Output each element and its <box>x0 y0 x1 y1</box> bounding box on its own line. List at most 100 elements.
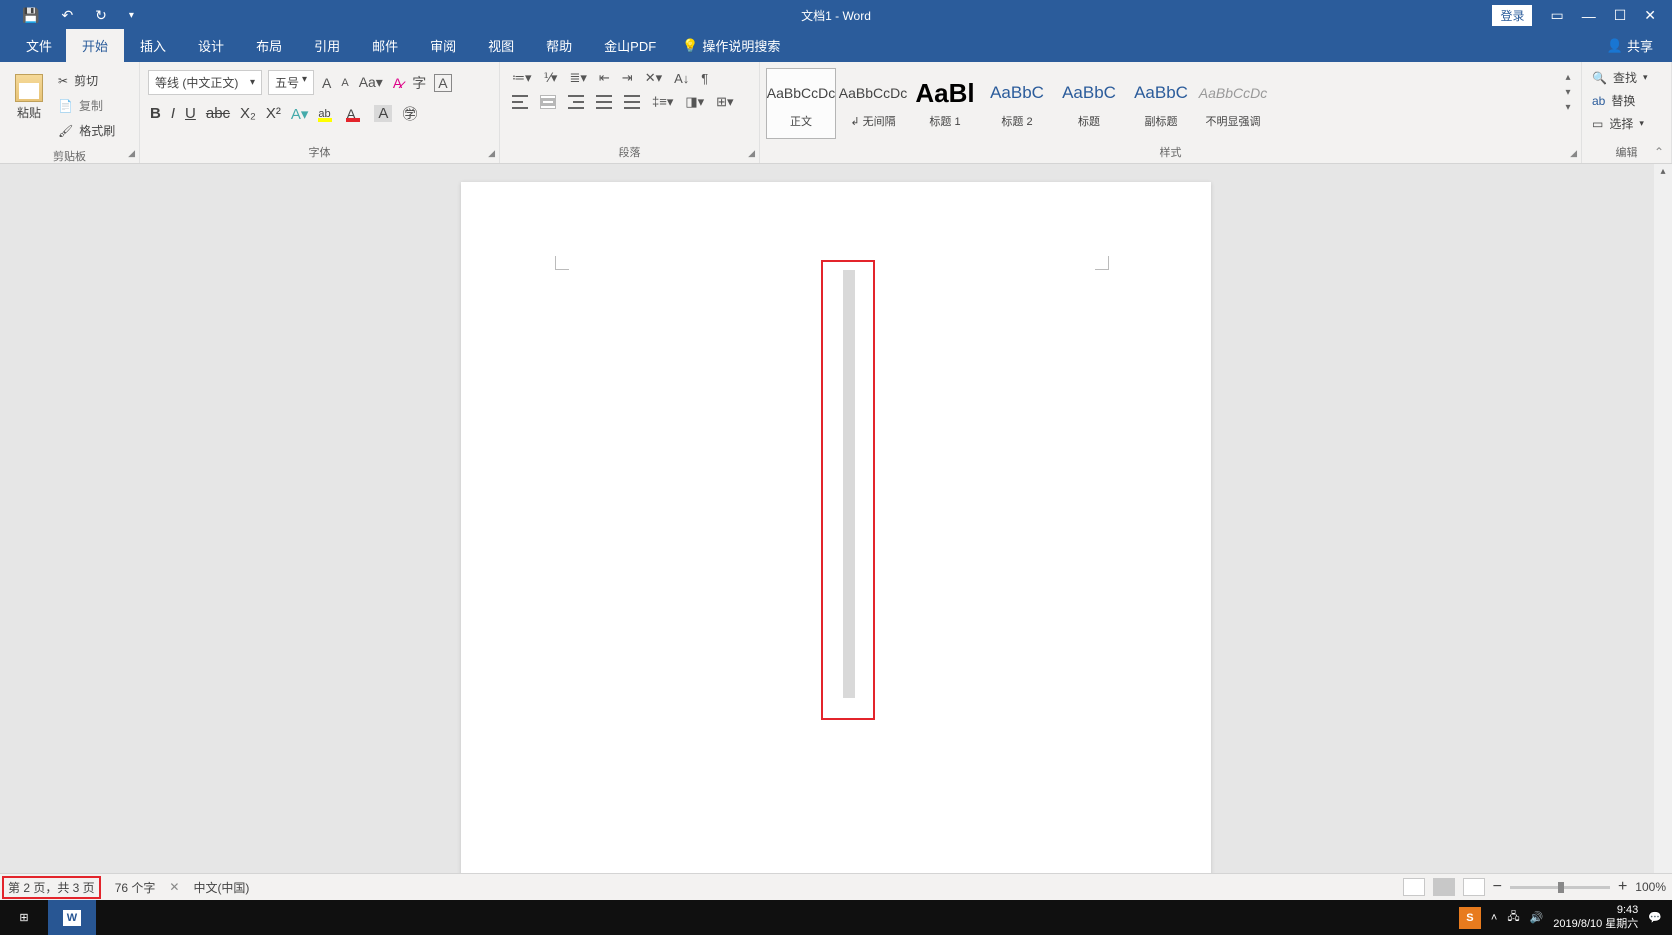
tray-chevron-icon[interactable]: ˄ <box>1491 912 1497 924</box>
indent-icon[interactable]: ⇥ <box>622 70 633 86</box>
ribbon-options-icon[interactable]: ▭ <box>1550 7 1563 24</box>
notifications-icon[interactable]: 💬 <box>1648 911 1662 924</box>
style-subtitle[interactable]: AaBbC 副标题 <box>1126 68 1196 139</box>
word-count-status[interactable]: 76 个字 <box>115 879 156 896</box>
network-icon[interactable]: 🖧 <box>1507 908 1519 927</box>
minimize-icon[interactable]: — <box>1582 8 1596 24</box>
change-case-icon[interactable]: Aa▾ <box>357 72 385 93</box>
tab-file[interactable]: 文件 <box>12 29 66 62</box>
phonetic-icon[interactable]: 字 <box>410 71 428 95</box>
char-border-icon[interactable]: A <box>434 74 451 92</box>
tab-review[interactable]: 审阅 <box>414 29 472 62</box>
show-marks-icon[interactable]: ¶ <box>701 71 708 86</box>
strike-button[interactable]: abc <box>206 105 230 122</box>
zoom-value[interactable]: 100% <box>1635 880 1666 894</box>
system-clock[interactable]: 9:43 2019/8/10 星期六 <box>1553 904 1638 930</box>
tab-home[interactable]: 开始 <box>66 29 124 62</box>
borders-icon[interactable]: ⊞▾ <box>716 94 733 110</box>
font-color-button[interactable]: A <box>346 106 364 122</box>
paragraph-launcher-icon[interactable]: ◢ <box>748 148 755 159</box>
select-button[interactable]: ▭选择▾ <box>1586 112 1667 135</box>
page-count-status[interactable]: 第 2 页，共 3 页 <box>2 876 101 899</box>
style-title[interactable]: AaBbC 标题 <box>1054 68 1124 139</box>
numbering-icon[interactable]: ⅟▾ <box>544 70 558 86</box>
replace-button[interactable]: ab替换 <box>1586 89 1667 112</box>
zoom-in-icon[interactable]: + <box>1618 878 1627 896</box>
shrink-font-icon[interactable]: A <box>339 75 350 91</box>
grow-font-icon[interactable]: A <box>320 73 333 93</box>
tab-references[interactable]: 引用 <box>298 29 356 62</box>
line-spacing-icon[interactable]: ‡≡▾ <box>652 94 673 110</box>
style-normal[interactable]: AaBbCcDc 正文 <box>766 68 836 139</box>
vertical-scrollbar[interactable]: ▴ <box>1654 164 1672 873</box>
scroll-up-icon[interactable]: ▴ <box>1654 164 1672 179</box>
read-mode-icon[interactable] <box>1403 878 1425 896</box>
superscript-button[interactable]: X² <box>266 105 281 122</box>
sort-icon[interactable]: A↓ <box>674 71 689 86</box>
font-launcher-icon[interactable]: ◢ <box>488 148 495 159</box>
paste-button[interactable]: 粘贴 <box>8 70 50 141</box>
style-no-emphasis[interactable]: AaBbCcDc 不明显强调 <box>1198 68 1268 139</box>
tab-jinshan[interactable]: 金山PDF <box>588 29 672 62</box>
tell-me-search[interactable]: 💡 操作说明搜索 <box>672 29 790 62</box>
proofing-icon[interactable]: ✕ <box>169 880 179 894</box>
cut-button[interactable]: ✂剪切 <box>56 70 117 91</box>
clipboard-launcher-icon[interactable]: ◢ <box>128 148 135 159</box>
maximize-icon[interactable]: ☐ <box>1614 7 1627 24</box>
zoom-out-icon[interactable]: − <box>1493 878 1502 896</box>
copy-button[interactable]: 📄复制 <box>56 95 117 116</box>
shading-icon[interactable]: ◨▾ <box>685 94 704 110</box>
styles-gallery-more[interactable]: ▴▾▾ <box>1561 72 1575 113</box>
style-no-spacing[interactable]: AaBbCcDc ↲ 无间隔 <box>838 68 908 139</box>
font-size-combo[interactable]: 五号▾ <box>268 70 314 95</box>
redo-icon[interactable]: ↻ <box>95 7 107 24</box>
tab-help[interactable]: 帮助 <box>530 29 588 62</box>
enclose-char-icon[interactable]: ㊫ <box>402 103 417 124</box>
volume-icon[interactable]: 🔊 <box>1530 911 1544 924</box>
share-button[interactable]: 👤 共享 <box>1600 29 1660 62</box>
outdent-icon[interactable]: ⇤ <box>599 70 610 86</box>
login-button[interactable]: 登录 <box>1492 5 1532 26</box>
style-heading1[interactable]: AaBl 标题 1 <box>910 68 980 139</box>
align-justify-icon[interactable] <box>596 95 612 109</box>
align-distribute-icon[interactable] <box>624 95 640 109</box>
char-shading-icon[interactable]: A <box>374 105 392 122</box>
style-heading2[interactable]: AaBbC 标题 2 <box>982 68 1052 139</box>
align-right-icon[interactable] <box>568 95 584 109</box>
save-icon[interactable]: 💾 <box>22 7 39 24</box>
qat-more-icon[interactable]: ▾ <box>129 10 134 21</box>
tab-design[interactable]: 设计 <box>182 29 240 62</box>
tab-view[interactable]: 视图 <box>472 29 530 62</box>
find-button[interactable]: 🔍查找▾ <box>1586 66 1667 89</box>
sogou-ime-icon[interactable]: S <box>1459 907 1481 929</box>
format-painter-button[interactable]: 🖌格式刷 <box>56 120 117 141</box>
text-effects-icon[interactable]: A▾ <box>291 105 309 123</box>
bold-button[interactable]: B <box>150 105 161 122</box>
print-layout-icon[interactable] <box>1433 878 1455 896</box>
lightbulb-icon: 💡 <box>682 38 698 54</box>
document-page[interactable] <box>461 182 1211 873</box>
tab-layout[interactable]: 布局 <box>240 29 298 62</box>
zoom-slider[interactable] <box>1510 886 1610 889</box>
undo-icon[interactable]: ↶ <box>61 7 73 24</box>
tab-mailings[interactable]: 邮件 <box>356 29 414 62</box>
italic-button[interactable]: I <box>171 105 175 122</box>
start-button[interactable]: ⊞ <box>0 900 48 935</box>
web-layout-icon[interactable] <box>1463 878 1485 896</box>
multilevel-icon[interactable]: ≣▾ <box>569 70 586 86</box>
align-left-icon[interactable] <box>512 95 528 109</box>
styles-launcher-icon[interactable]: ◢ <box>1570 148 1577 159</box>
collapse-ribbon-icon[interactable]: ⌃ <box>1654 145 1664 159</box>
close-icon[interactable]: ✕ <box>1644 7 1656 24</box>
subscript-button[interactable]: X₂ <box>240 105 256 122</box>
underline-button[interactable]: U <box>185 105 196 122</box>
clear-format-icon[interactable]: A̷ <box>391 73 404 93</box>
tab-insert[interactable]: 插入 <box>124 29 182 62</box>
taskbar-word[interactable]: W <box>48 900 96 935</box>
bullets-icon[interactable]: ≔▾ <box>512 70 532 86</box>
align-center-icon[interactable] <box>540 95 556 109</box>
font-name-combo[interactable]: 等线 (中文正文)▾ <box>148 70 262 95</box>
asian-layout-icon[interactable]: ✕▾ <box>645 70 662 86</box>
highlight-color-button[interactable]: ab <box>318 106 336 122</box>
language-status[interactable]: 中文(中国) <box>193 879 249 896</box>
